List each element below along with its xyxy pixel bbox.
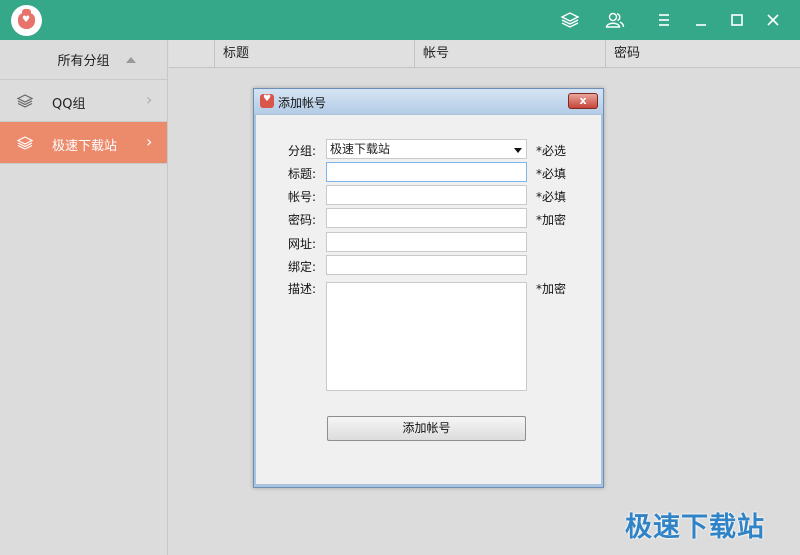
bind-label: 绑定:	[288, 260, 317, 274]
users-icon[interactable]	[603, 8, 627, 32]
description-label: 描述:	[288, 282, 317, 296]
collapse-caret-icon[interactable]	[126, 57, 136, 63]
app-small-icon	[260, 94, 274, 108]
title-label: 标题:	[288, 167, 317, 181]
sidebar-header[interactable]: 所有分组	[0, 40, 167, 80]
title-input[interactable]	[326, 162, 527, 182]
minimize-icon[interactable]	[689, 8, 713, 32]
group-label: 分组:	[288, 144, 317, 158]
close-icon[interactable]	[761, 8, 785, 32]
column-header-account[interactable]: 帐号	[415, 40, 606, 67]
chevron-down-icon	[514, 148, 522, 153]
account-input[interactable]	[326, 185, 527, 205]
sidebar-item-qq[interactable]: QQ组 ›	[0, 80, 167, 122]
table-header: 标题 帐号 密码	[169, 40, 800, 68]
column-header-title[interactable]: 标题	[215, 40, 415, 67]
url-input[interactable]	[326, 232, 527, 252]
password-label: 密码:	[288, 213, 317, 227]
description-textarea[interactable]	[326, 282, 527, 391]
chevron-right-icon: ›	[146, 90, 153, 109]
sidebar-item-label: 极速下载站	[52, 139, 118, 154]
bind-input[interactable]	[326, 255, 527, 275]
account-label: 帐号:	[288, 190, 317, 204]
app-logo	[11, 5, 42, 36]
maximize-icon[interactable]	[725, 8, 749, 32]
dialog-title-bar[interactable]: 添加帐号 x	[254, 89, 603, 114]
title-hint: *必填	[536, 167, 567, 181]
column-header-select[interactable]	[169, 40, 215, 67]
description-hint: *加密	[536, 282, 567, 296]
dialog-title: 添加帐号	[278, 96, 327, 110]
account-hint: *必填	[536, 190, 567, 204]
watermark: 极速下载站	[625, 512, 765, 543]
menu-icon[interactable]	[652, 8, 676, 32]
sidebar-item-jisu[interactable]: 极速下载站 ›	[0, 122, 167, 164]
sidebar-header-label: 所有分组	[57, 54, 110, 69]
sidebar: 所有分组 QQ组 › 极速下载站 ›	[0, 40, 168, 555]
sidebar-item-label: QQ组	[52, 97, 86, 112]
chevron-right-icon: ›	[146, 132, 153, 151]
column-header-password[interactable]: 密码	[606, 40, 800, 67]
dialog-body: 分组: 极速下载站 *必选 标题: *必填 帐号: *必填 密码: *加密 网址…	[256, 115, 601, 484]
dialog-close-button[interactable]: x	[568, 93, 598, 109]
password-hint: *加密	[536, 213, 567, 227]
layers-icon	[16, 134, 34, 152]
add-account-button[interactable]: 添加帐号	[327, 416, 526, 441]
layers-icon	[16, 92, 34, 110]
layers-icon[interactable]	[558, 8, 582, 32]
group-select[interactable]: 极速下载站	[326, 139, 527, 159]
group-hint: *必选	[536, 144, 567, 158]
add-account-dialog: 添加帐号 x 分组: 极速下载站 *必选 标题: *必填 帐号: *必填 密码:…	[253, 88, 604, 488]
url-label: 网址:	[288, 237, 317, 251]
password-input[interactable]	[326, 208, 527, 228]
title-bar	[0, 0, 800, 40]
group-select-value: 极速下载站	[330, 142, 391, 156]
